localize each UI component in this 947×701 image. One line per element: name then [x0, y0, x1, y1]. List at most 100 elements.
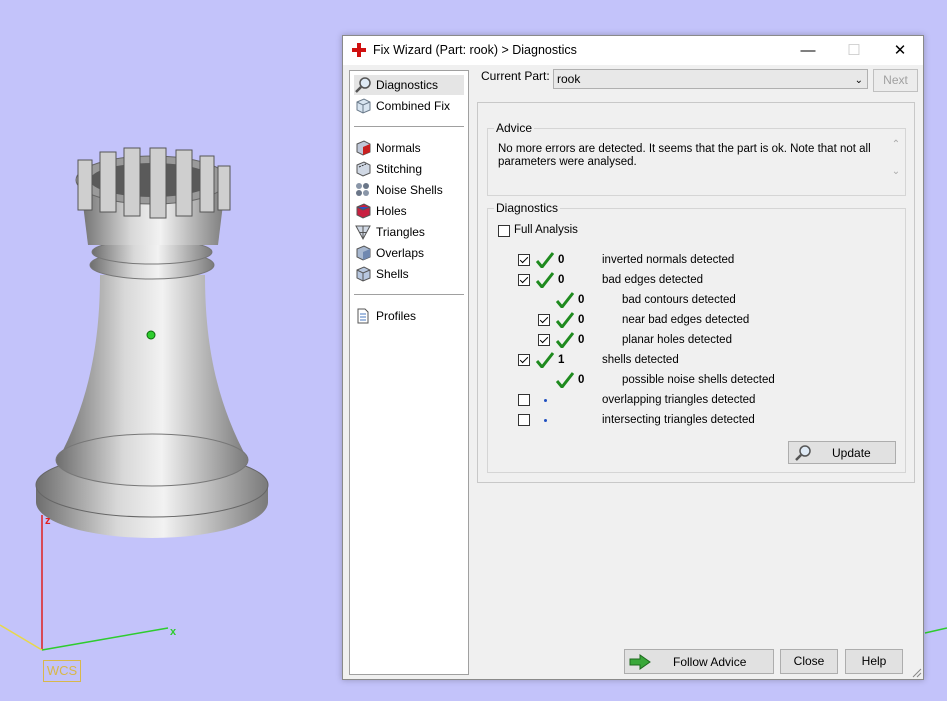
bad-edges-checkbox[interactable]: [518, 274, 530, 286]
overlapping-triangles-checkbox[interactable]: [518, 394, 530, 406]
advice-group: Advice No more errors are detected. It s…: [487, 121, 906, 196]
planar-holes-desc: planar holes detected: [622, 334, 732, 346]
normals-cube-icon: [356, 140, 371, 156]
diagnostics-group: Diagnostics Full Analysis 0 inverted nor…: [487, 201, 906, 473]
cube-icon: [356, 98, 371, 114]
advice-title: Advice: [494, 121, 535, 135]
near-bad-edges-desc: near bad edges detected: [622, 314, 750, 326]
advice-scrollbar[interactable]: ⌃ ⌄: [889, 139, 903, 191]
scroll-down-icon[interactable]: ⌄: [889, 166, 903, 177]
sidebar-item-label: Triangles: [376, 225, 425, 239]
sidebar-item-label: Profiles: [376, 309, 417, 323]
planar-holes-count: 0: [578, 334, 585, 346]
shells-count: 1: [558, 354, 565, 366]
current-part-select[interactable]: rook ⌄: [553, 69, 868, 89]
full-analysis-checkbox[interactable]: [498, 225, 510, 237]
sidebar-divider: [354, 294, 464, 295]
follow-advice-button[interactable]: Follow Advice: [624, 649, 774, 674]
green-check-icon: [556, 372, 574, 388]
near-bad-edges-count: 0: [578, 314, 585, 326]
bad-edges-count: 0: [558, 274, 565, 286]
close-window-button[interactable]: ✕: [877, 36, 923, 65]
holes-icon: [356, 203, 371, 219]
x-axis-label: x: [170, 626, 177, 638]
sidebar-item-overlaps[interactable]: Overlaps: [354, 243, 464, 263]
wizard-sidebar: Diagnostics Combined Fix Normals Stitchi…: [349, 70, 469, 675]
sidebar-item-triangles[interactable]: Triangles: [354, 222, 464, 242]
inverted-normals-desc: inverted normals detected: [602, 254, 735, 266]
green-check-icon: [556, 292, 574, 308]
sidebar-divider: [354, 126, 464, 127]
sidebar-item-label: Normals: [376, 141, 421, 155]
scroll-up-icon[interactable]: ⌃: [889, 139, 903, 150]
follow-advice-label: Follow Advice: [673, 654, 747, 669]
current-part-value: rook: [557, 72, 581, 86]
green-arrow-icon: [629, 653, 651, 670]
help-button[interactable]: Help: [845, 649, 903, 674]
full-analysis-label: Full Analysis: [514, 224, 578, 236]
sidebar-item-profiles[interactable]: Profiles: [354, 306, 464, 326]
inverted-normals-checkbox[interactable]: [518, 254, 530, 266]
title-bar[interactable]: Fix Wizard (Part: rook) > Diagnostics — …: [343, 36, 923, 65]
diagnostics-title: Diagnostics: [494, 201, 561, 215]
sidebar-item-diagnostics[interactable]: Diagnostics: [354, 75, 464, 95]
sidebar-item-label: Overlaps: [376, 246, 425, 260]
sidebar-item-label: Combined Fix: [376, 99, 451, 113]
overlapping-triangles-desc: overlapping triangles detected: [602, 394, 756, 406]
current-part-label: Current Part:: [481, 69, 550, 83]
red-cross-icon: [352, 43, 366, 57]
sidebar-item-combined-fix[interactable]: Combined Fix: [354, 96, 464, 116]
pending-dot-icon: [544, 399, 547, 402]
green-check-icon: [536, 352, 554, 368]
sidebar-item-holes[interactable]: Holes: [354, 201, 464, 221]
sidebar-item-stitching[interactable]: Stitching: [354, 159, 464, 179]
bad-contours-count: 0: [578, 294, 585, 306]
green-check-icon: [536, 252, 554, 268]
advice-text: No more errors are detected. It seems th…: [498, 143, 871, 168]
shells-icon: [356, 266, 371, 282]
update-label: Update: [832, 445, 871, 460]
resize-grip-icon[interactable]: [911, 667, 922, 678]
sidebar-item-label: Diagnostics: [376, 78, 439, 92]
wcs-label: WCS: [43, 660, 81, 682]
noise-shells-icon: [356, 183, 369, 196]
sidebar-item-label: Stitching: [376, 162, 423, 176]
overlaps-icon: [356, 245, 371, 261]
shells-desc: shells detected: [602, 354, 679, 366]
noise-shells-count: 0: [578, 374, 585, 386]
sidebar-item-normals[interactable]: Normals: [354, 138, 464, 158]
document-icon: [357, 308, 369, 324]
z-axis-label: z: [45, 515, 51, 527]
bad-contours-desc: bad contours detected: [622, 294, 736, 306]
close-button[interactable]: Close: [780, 649, 838, 674]
planar-holes-checkbox[interactable]: [538, 334, 550, 346]
intersecting-triangles-checkbox[interactable]: [518, 414, 530, 426]
bad-edges-desc: bad edges detected: [602, 274, 704, 286]
magnifier-icon: [355, 77, 371, 93]
inverted-normals-count: 0: [558, 254, 565, 266]
intersecting-triangles-desc: intersecting triangles detected: [602, 414, 755, 426]
near-bad-edges-checkbox[interactable]: [538, 314, 550, 326]
pending-dot-icon: [544, 419, 547, 422]
magnifier-icon: [795, 444, 811, 461]
sidebar-item-label: Shells: [376, 267, 409, 281]
green-check-icon: [556, 332, 574, 348]
triangles-icon: [355, 225, 371, 241]
maximize-button[interactable]: ☐: [831, 36, 877, 65]
shells-checkbox[interactable]: [518, 354, 530, 366]
green-check-icon: [556, 312, 574, 328]
sidebar-item-noise-shells[interactable]: Noise Shells: [354, 180, 464, 200]
minimize-button[interactable]: —: [785, 36, 831, 65]
sidebar-item-label: Noise Shells: [376, 183, 443, 197]
stitching-icon: [356, 161, 371, 177]
fix-wizard-window: Fix Wizard (Part: rook) > Diagnostics — …: [342, 35, 924, 680]
update-button[interactable]: Update: [788, 441, 896, 464]
chevron-down-icon: ⌄: [854, 75, 863, 86]
window-title: Fix Wizard (Part: rook) > Diagnostics: [373, 43, 577, 57]
green-check-icon: [536, 272, 554, 288]
diagnostics-panel: Advice No more errors are detected. It s…: [477, 102, 915, 483]
sidebar-item-label: Holes: [376, 204, 407, 218]
noise-shells-desc: possible noise shells detected: [622, 374, 775, 386]
sidebar-item-shells[interactable]: Shells: [354, 264, 464, 284]
next-button[interactable]: Next: [873, 69, 918, 92]
